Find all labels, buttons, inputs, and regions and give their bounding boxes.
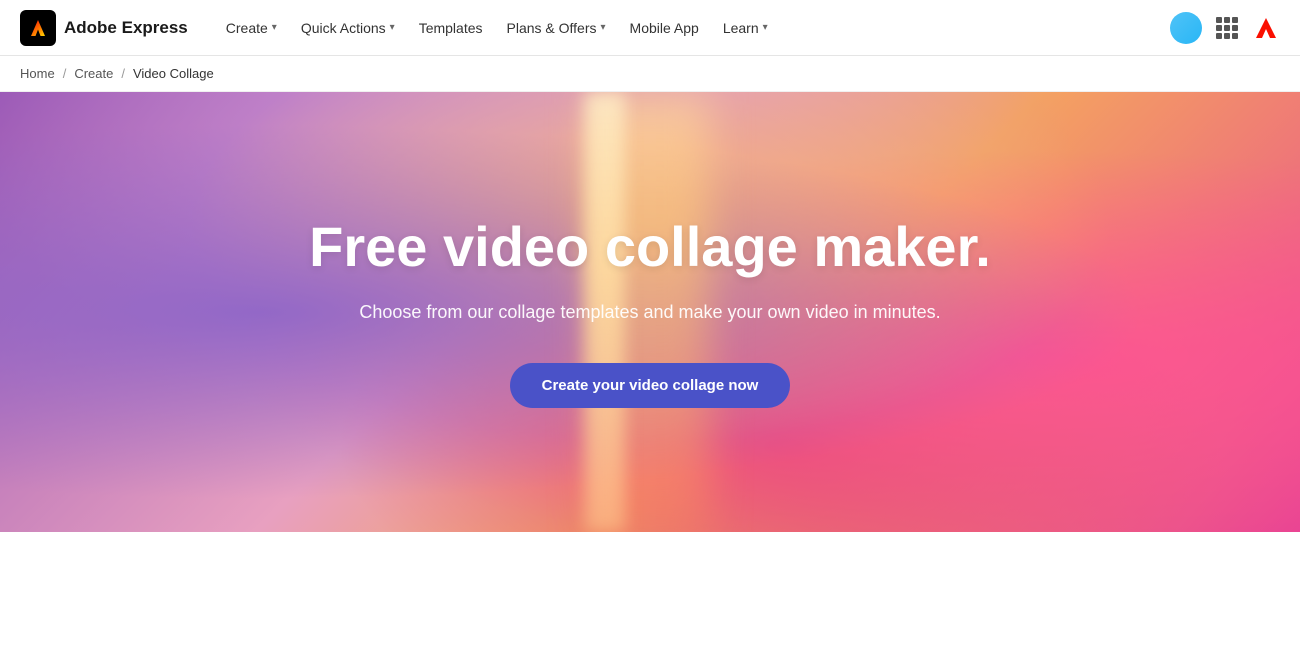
nav-item-mobile-app[interactable]: Mobile App xyxy=(620,12,709,44)
breadcrumb-create[interactable]: Create xyxy=(74,66,113,81)
hero-subtitle: Choose from our collage templates and ma… xyxy=(309,302,991,323)
breadcrumb: Home / Create / Video Collage xyxy=(0,56,1300,92)
brand-logo[interactable]: Adobe Express xyxy=(20,10,188,46)
nav-item-templates[interactable]: Templates xyxy=(409,12,493,44)
breadcrumb-separator: / xyxy=(121,66,125,81)
nav-item-create[interactable]: Create ▾ xyxy=(216,12,287,44)
nav-item-plans-offers[interactable]: Plans & Offers ▾ xyxy=(497,12,616,44)
below-hero-section xyxy=(0,532,1300,648)
nav-item-quick-actions[interactable]: Quick Actions ▾ xyxy=(291,12,405,44)
adobe-express-icon xyxy=(20,10,56,46)
breadcrumb-home[interactable]: Home xyxy=(20,66,55,81)
brand-name: Adobe Express xyxy=(64,18,188,38)
chevron-down-icon: ▾ xyxy=(272,22,277,33)
hero-section: Free video collage maker. Choose from ou… xyxy=(0,92,1300,532)
nav-right xyxy=(1170,12,1280,44)
breadcrumb-separator: / xyxy=(63,66,67,81)
chevron-down-icon: ▾ xyxy=(390,22,395,33)
breadcrumb-current: Video Collage xyxy=(133,66,214,81)
chevron-down-icon: ▾ xyxy=(763,22,768,33)
nav-links: Create ▾ Quick Actions ▾ Templates Plans… xyxy=(216,12,1170,44)
apps-grid-icon[interactable] xyxy=(1216,17,1238,39)
adobe-logo-icon[interactable] xyxy=(1252,14,1280,42)
chevron-down-icon: ▾ xyxy=(601,22,606,33)
hero-content: Free video collage maker. Choose from ou… xyxy=(269,216,1031,408)
hero-title: Free video collage maker. xyxy=(309,216,991,278)
navbar: Adobe Express Create ▾ Quick Actions ▾ T… xyxy=(0,0,1300,56)
avatar[interactable] xyxy=(1170,12,1202,44)
hero-cta-button[interactable]: Create your video collage now xyxy=(510,363,791,408)
nav-item-learn[interactable]: Learn ▾ xyxy=(713,12,778,44)
